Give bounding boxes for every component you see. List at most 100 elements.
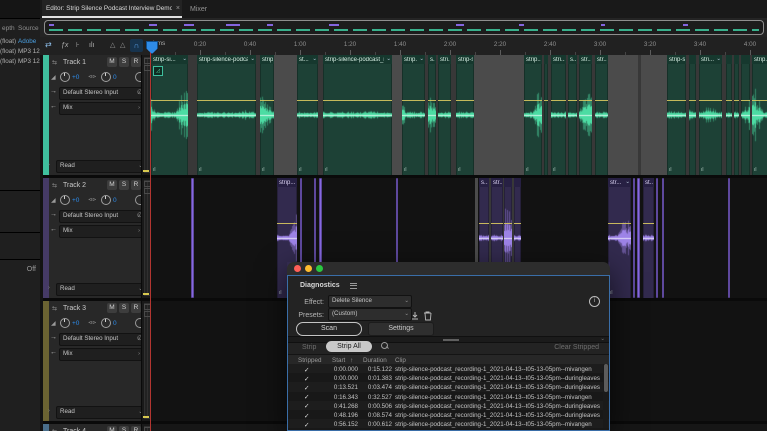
input-select[interactable]: Default Stereo Input › <box>59 87 141 100</box>
solo-button[interactable]: S <box>119 57 129 67</box>
clip-gain-icon[interactable]: ıl <box>669 167 672 173</box>
arm-button[interactable]: R <box>131 426 141 431</box>
volume-envelope-line[interactable] <box>402 100 425 101</box>
clip-gain-icon[interactable]: ıl <box>754 167 757 173</box>
clip-gain-icon[interactable]: ıl <box>279 290 282 296</box>
volume-envelope-line[interactable] <box>579 100 592 101</box>
input-select[interactable]: Default Stereo Input › <box>59 333 141 346</box>
automation-select[interactable]: Read⌄ <box>56 283 141 296</box>
pan-knob[interactable] <box>101 318 111 328</box>
volume-envelope-line[interactable] <box>197 100 256 101</box>
volume-envelope-line[interactable] <box>699 100 722 101</box>
pan-value[interactable]: 0 <box>113 197 117 204</box>
files-column-source[interactable]: Source <box>18 25 39 33</box>
automation-select[interactable]: Read⌄ <box>56 406 141 419</box>
audio-clip-sliver[interactable] <box>633 178 635 298</box>
audio-clip[interactable]: strip-si...ıl <box>667 55 686 175</box>
volume-envelope-line[interactable] <box>514 223 521 224</box>
solo-button[interactable]: S <box>119 303 129 313</box>
audio-clip[interactable]: st...⌄ıl <box>297 55 318 175</box>
diagnostic-row[interactable]: ✓ 0:00.000 0:01.383 strip-silence-podcast_r… <box>288 373 609 383</box>
column-duration[interactable]: Duration <box>363 357 387 364</box>
diagnostic-row[interactable]: ✓ 0:16.343 0:32.527 strip-silence-podcast_r… <box>288 391 609 401</box>
track-lane[interactable]: strip-si...⌄ıl◿strip-silence-podcast_...… <box>149 55 767 175</box>
output-select[interactable]: Mix › <box>59 348 141 361</box>
column-stripped[interactable]: Stripped <box>298 357 321 364</box>
file-list-item[interactable]: (float) MP3 12 <box>0 57 40 67</box>
track-drag-icon[interactable]: ⇆ <box>52 182 57 189</box>
column-start[interactable]: Start <box>332 357 345 364</box>
envelope-disclosure-icon[interactable]: › <box>48 408 50 414</box>
column-clip[interactable]: Clip <box>395 357 406 364</box>
automation-select[interactable]: Read⌄ <box>56 160 141 173</box>
mute-button[interactable]: M <box>107 180 117 190</box>
clip-gain-icon[interactable]: ıl <box>199 167 202 173</box>
chevron-down-icon[interactable]: ⌄ <box>600 336 605 342</box>
audio-clip[interactable]: strip-silence-podcast_...⌄ıl <box>197 55 256 175</box>
volume-envelope-line[interactable] <box>456 100 474 101</box>
info-icon[interactable]: i <box>589 296 600 307</box>
volume-value[interactable]: +0 <box>72 320 79 327</box>
input-select[interactable]: Default Stereo Input › <box>59 210 141 223</box>
diagnostic-row[interactable]: ✓1:10.8160:01.283strip-silence-podcast_r… <box>288 428 609 430</box>
splitter-grip[interactable] <box>443 338 459 341</box>
window-titlebar[interactable] <box>287 262 610 275</box>
track-drag-icon[interactable]: ⇆ <box>52 59 57 66</box>
volume-envelope-line[interactable] <box>595 100 608 101</box>
audio-clip[interactable]: strip...ıl <box>260 55 274 175</box>
volume-value[interactable]: +0 <box>72 74 79 81</box>
pan-knob[interactable] <box>101 195 111 205</box>
audio-clip[interactable]: strip-si...⌄ıl◿ <box>150 55 189 175</box>
diagnostic-row[interactable]: ✓ 0:48.196 0:08.574 strip-silence-podcast_r… <box>288 410 609 420</box>
clip-gain-icon[interactable]: ıl <box>153 167 156 173</box>
audio-clip-sliver[interactable] <box>728 178 730 298</box>
navigator-range-box[interactable] <box>44 20 764 35</box>
envelope-disclosure-icon[interactable]: › <box>48 285 50 291</box>
pan-value[interactable]: 0 <box>113 74 117 81</box>
audio-clip[interactable]: stri...ıl <box>551 55 566 175</box>
volume-envelope-line[interactable] <box>277 223 297 224</box>
volume-knob[interactable] <box>60 195 70 205</box>
strip-all-button[interactable]: Strip All <box>326 341 372 352</box>
solo-button[interactable]: S <box>119 426 129 431</box>
track-name[interactable]: Track 2 <box>63 182 86 189</box>
audio-clip[interactable]: strip...ıl <box>524 55 542 175</box>
volume-envelope-line[interactable] <box>551 100 566 101</box>
stripped-silence-block[interactable] <box>274 55 297 175</box>
volume-envelope-line[interactable] <box>479 223 489 224</box>
arm-button[interactable]: R <box>131 303 141 313</box>
output-select[interactable]: Mix › <box>59 102 141 115</box>
volume-knob[interactable] <box>60 72 70 82</box>
volume-value[interactable]: +0 <box>72 197 79 204</box>
audio-clip-sliver[interactable] <box>191 178 194 298</box>
volume-envelope-line[interactable] <box>667 100 686 101</box>
diagnostic-row[interactable]: ✓ 0:56.152 0:00.612 strip-silence-podcast_r… <box>288 419 609 429</box>
output-select[interactable]: Mix › <box>59 225 141 238</box>
audio-clip[interactable]: strip...⌄ıl <box>402 55 425 175</box>
audio-clip[interactable]: str...⌄ıl <box>608 178 631 298</box>
clip-gain-icon[interactable]: ıl <box>701 167 704 173</box>
diagnostic-row[interactable]: ✓ 0:13.521 0:03.474 strip-silence-podcast_r… <box>288 382 609 392</box>
solo-button[interactable]: S <box>119 180 129 190</box>
audio-clip[interactable]: stri...⌄ıl <box>699 55 722 175</box>
volume-envelope-line[interactable] <box>260 100 274 101</box>
audio-clip[interactable]: strip-silence-podcast_reco...⌄ıl <box>323 55 392 175</box>
volume-envelope-line[interactable] <box>608 223 631 224</box>
stripped-silence-block[interactable] <box>608 55 638 175</box>
audio-clip-sliver[interactable] <box>637 178 640 298</box>
playhead-line[interactable] <box>150 50 151 431</box>
file-list-item[interactable]: (float) Adobe <box>0 37 40 47</box>
audio-clip[interactable] <box>741 55 750 175</box>
clip-fx-badge-icon[interactable]: ◿ <box>153 66 163 76</box>
diagnostics-panel-title[interactable]: Diagnostics <box>300 282 340 289</box>
mute-button[interactable]: M <box>107 303 117 313</box>
panel-menu-icon[interactable] <box>350 281 357 290</box>
clip-gain-icon[interactable]: ıl <box>610 290 613 296</box>
close-icon[interactable]: × <box>176 5 180 12</box>
clip-gain-icon[interactable]: ıl <box>404 167 407 173</box>
arm-button[interactable]: R <box>131 180 141 190</box>
close-icon[interactable] <box>294 265 301 272</box>
track-name[interactable]: Track 1 <box>63 59 86 66</box>
search-icon[interactable] <box>380 341 390 351</box>
audio-clip[interactable]: s... <box>428 55 436 175</box>
